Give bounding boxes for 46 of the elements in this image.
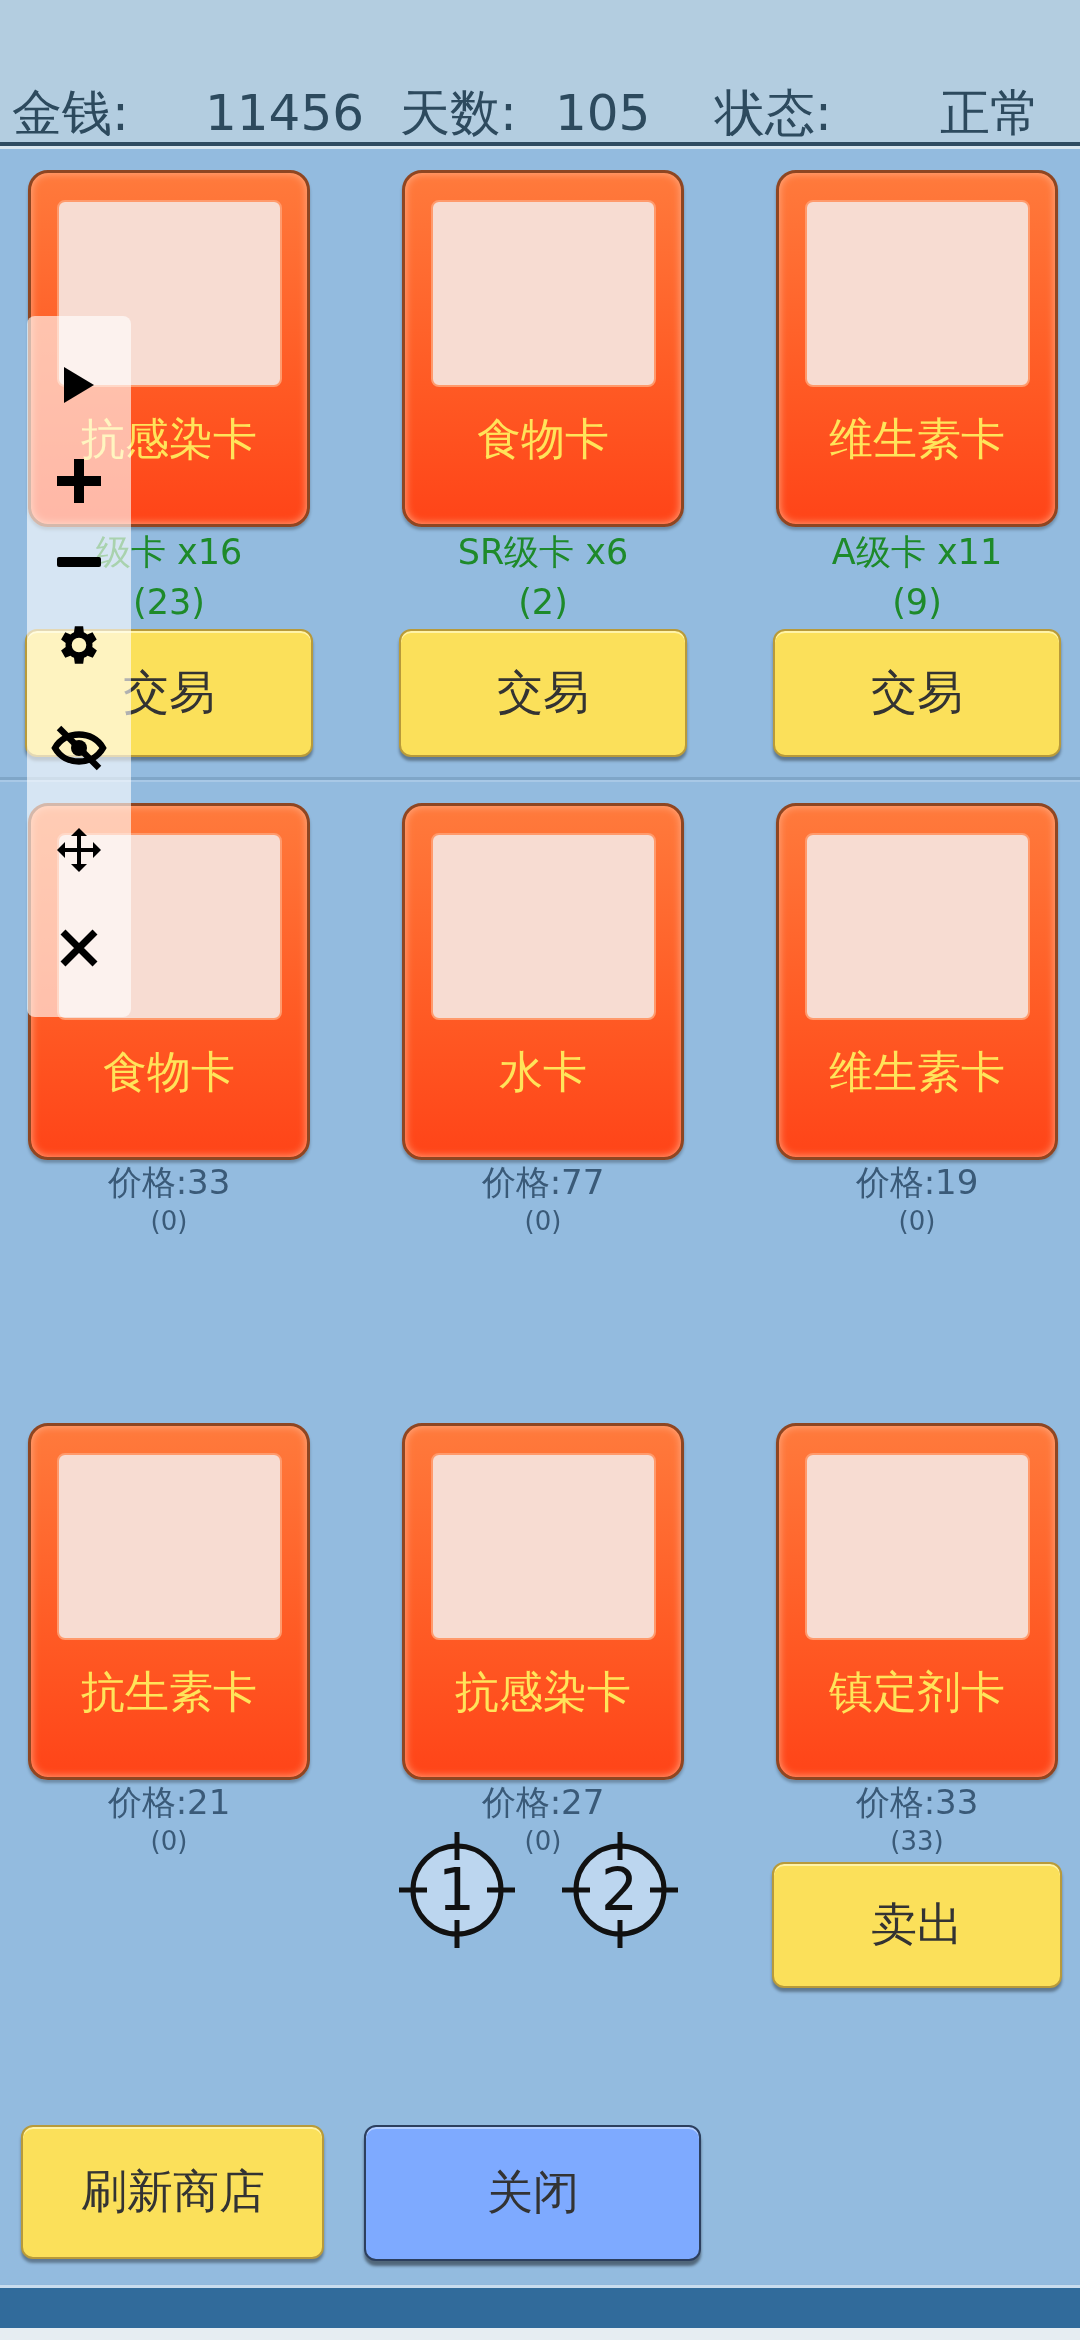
item-card[interactable]: 食物卡 (28, 803, 310, 1160)
trade-button[interactable]: 交易 (773, 629, 1061, 757)
card-count: (23) (133, 581, 205, 624)
trade-button[interactable]: 交易 (25, 629, 313, 757)
days-value: 105 (555, 84, 652, 142)
status-value: 正常 (940, 84, 1041, 142)
sell-button[interactable]: 卖出 (772, 1862, 1062, 1988)
item-card[interactable]: 抗感染卡 (402, 1423, 684, 1780)
card-price: 价格:33 (855, 1781, 979, 1824)
card-count: (0) (524, 1205, 562, 1238)
card-price: 价格:33 (107, 1161, 231, 1204)
card-count: (0) (150, 1205, 188, 1238)
money-value: 11456 (205, 84, 366, 142)
card-count: (0) (150, 1825, 188, 1858)
money-label: 金钱: (12, 84, 130, 142)
card-price: 价格:19 (855, 1161, 979, 1204)
item-card[interactable]: 镇定剂卡 (776, 1423, 1058, 1780)
card-title: 镇定剂卡 (829, 1665, 1005, 1719)
card-price: 价格:27 (481, 1781, 605, 1824)
item-card[interactable]: 食物卡 (402, 170, 684, 527)
days-label: 天数: (400, 84, 518, 142)
card-grade: SR级卡 x6 (457, 531, 629, 574)
card-grade: A级卡 x11 (831, 531, 1003, 574)
card-title: 水卡 (499, 1045, 587, 1099)
card-title: 维生素卡 (829, 412, 1005, 466)
card-title: 抗感染卡 (455, 1665, 631, 1719)
card-grade: 级卡 x16 (95, 531, 243, 574)
item-card[interactable]: 水卡 (402, 803, 684, 1160)
status-label: 状态: (715, 84, 833, 142)
card-count: (9) (892, 581, 942, 624)
item-card[interactable]: 维生素卡 (776, 170, 1058, 527)
card-title: 维生素卡 (829, 1045, 1005, 1099)
refresh-shop-button[interactable]: 刷新商店 (21, 2125, 324, 2259)
close-button[interactable]: 关闭 (364, 2125, 701, 2261)
card-count: (0) (524, 1825, 562, 1858)
card-count: (0) (898, 1205, 936, 1238)
trade-button[interactable]: 交易 (399, 629, 687, 757)
item-card[interactable]: 抗生素卡 (28, 1423, 310, 1780)
card-title: 食物卡 (103, 1045, 235, 1099)
card-count: (2) (518, 581, 568, 624)
item-card[interactable]: 维生素卡 (776, 803, 1058, 1160)
card-price: 价格:21 (107, 1781, 231, 1824)
card-count: (33) (890, 1825, 944, 1858)
card-title: 食物卡 (477, 412, 609, 466)
card-price: 价格:77 (481, 1161, 605, 1204)
card-title: 抗生素卡 (81, 1665, 257, 1719)
